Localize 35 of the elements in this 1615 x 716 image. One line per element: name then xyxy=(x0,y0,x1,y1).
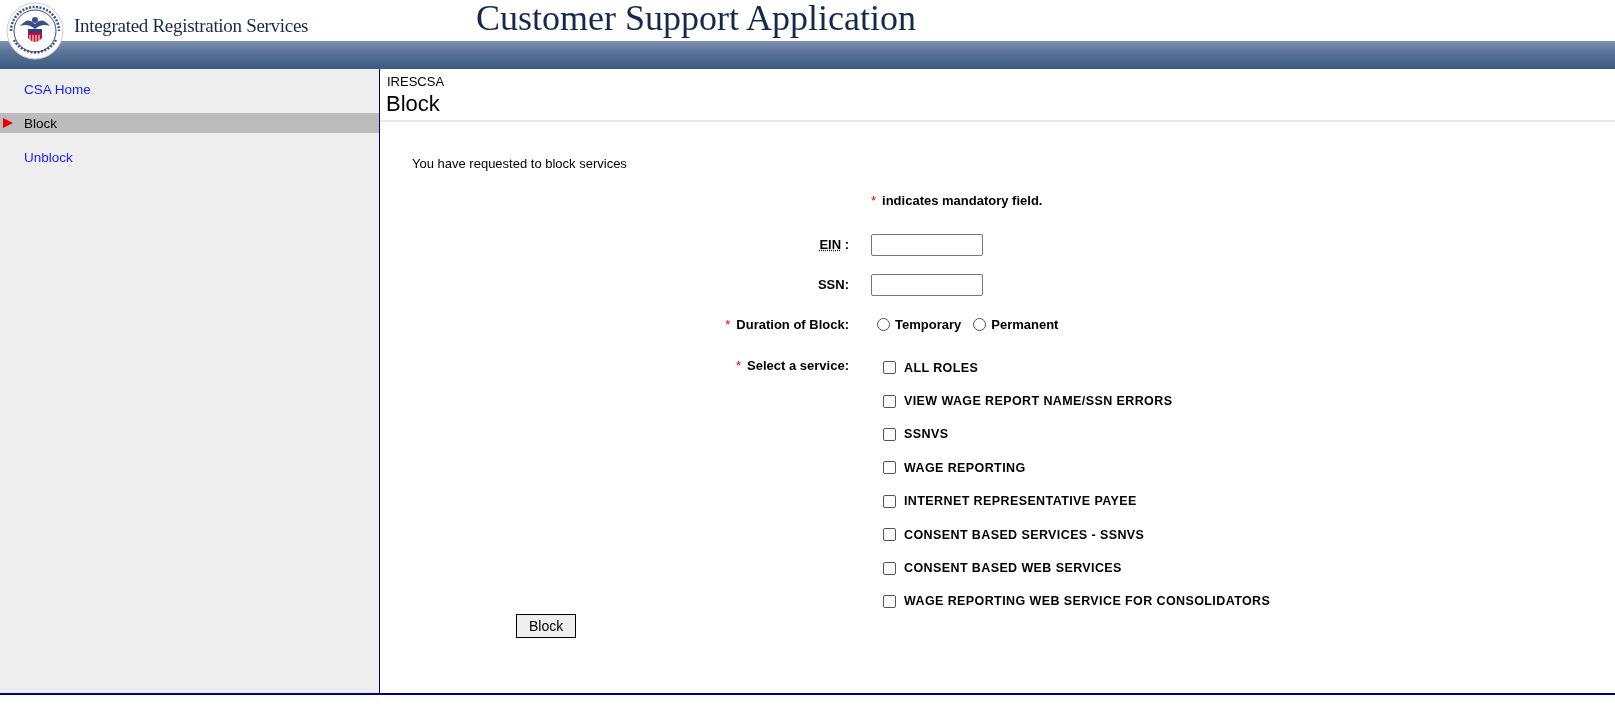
checkbox-label: CONSENT BASED WEB SERVICES xyxy=(904,561,1122,576)
field-label: * Duration of Block: xyxy=(724,316,849,332)
page-code: IRESCSA xyxy=(386,73,446,89)
sidebar-item[interactable]: Unblock xyxy=(0,147,379,167)
checkbox-label: INTERNET REPRESENTATIVE PAYEE xyxy=(904,494,1137,509)
field-label: * Select a service: xyxy=(735,357,849,373)
intro-text: You have requested to block services xyxy=(411,155,628,171)
sidebar-item[interactable]: CSA Home xyxy=(0,79,379,99)
checkbox-label: ALL ROLES xyxy=(904,360,979,375)
sidebar-item[interactable]: Block xyxy=(0,113,379,133)
page-heading: Block xyxy=(385,90,441,117)
checkbox-label: CONSENT BASED SERVICES - SSNVS xyxy=(904,527,1145,542)
block-button[interactable]: Block xyxy=(516,614,577,639)
checkbox[interactable] xyxy=(883,594,896,608)
checkbox[interactable] xyxy=(883,361,896,375)
application-title: Customer Support Application xyxy=(476,0,916,39)
radio-label: Temporary xyxy=(895,317,962,332)
checkbox[interactable] xyxy=(883,494,896,508)
field-label: EIN : xyxy=(818,236,849,252)
checkbox-label: SSNVS xyxy=(904,427,949,442)
agency-name: Integrated Registration Services xyxy=(74,15,309,37)
checkbox[interactable] xyxy=(883,427,896,441)
checkbox[interactable] xyxy=(883,528,896,542)
checkbox-label: VIEW WAGE REPORT NAME/SSN ERRORS xyxy=(904,394,1173,409)
mandatory-note: * indicates mandatory field. xyxy=(871,193,1044,210)
input-field[interactable] xyxy=(871,274,983,296)
checkbox[interactable] xyxy=(883,394,896,408)
checkbox[interactable] xyxy=(883,561,896,575)
pointer-icon xyxy=(3,118,13,128)
radio-label: Permanent xyxy=(991,317,1059,332)
field-label: SSN: xyxy=(816,276,849,292)
checkbox[interactable] xyxy=(883,461,896,475)
input-field[interactable] xyxy=(871,234,983,256)
checkbox-label: WAGE REPORTING WEB SERVICE FOR CONSOLIDATORS xyxy=(904,594,1271,609)
checkbox-label: WAGE REPORTING xyxy=(904,460,1026,475)
